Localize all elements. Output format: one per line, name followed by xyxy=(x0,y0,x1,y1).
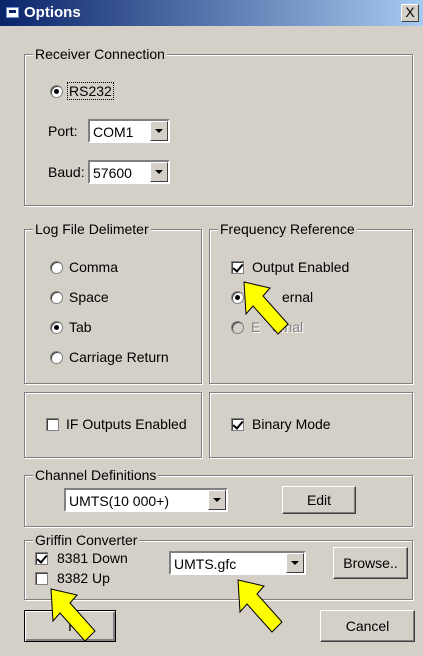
dropdown-arrow-icon[interactable] xyxy=(150,162,168,182)
tab-radio[interactable] xyxy=(50,321,63,334)
edit-button-label: Edit xyxy=(306,492,332,508)
channel-definitions-legend: Channel Definitions xyxy=(33,467,159,483)
channel-value: UMTS(10 000+) xyxy=(69,493,169,509)
griffin-file-select[interactable]: UMTS.gfc xyxy=(169,551,306,575)
tab-label[interactable]: Tab xyxy=(69,319,92,335)
receiver-connection-group: Receiver Connection xyxy=(24,46,413,206)
dropdown-arrow-icon[interactable] xyxy=(150,121,168,141)
rs232-radio[interactable] xyxy=(50,85,63,98)
edit-button[interactable]: Edit xyxy=(282,486,356,514)
cancel-button-label: Cancel xyxy=(345,618,390,634)
dropdown-arrow-icon[interactable] xyxy=(208,490,226,510)
rs232-label[interactable]: RS232 xyxy=(67,82,114,100)
receiver-connection-legend: Receiver Connection xyxy=(33,46,167,62)
comma-radio[interactable] xyxy=(50,261,63,274)
carriage-return-label[interactable]: Carriage Return xyxy=(69,349,169,365)
cancel-button[interactable]: Cancel xyxy=(320,610,415,642)
close-icon: X xyxy=(405,4,415,20)
port-label: Port: xyxy=(48,123,78,139)
title-bar[interactable]: Options X xyxy=(0,0,423,26)
browse-button-label: Browse.. xyxy=(343,555,398,571)
if-outputs-label[interactable]: IF Outputs Enabled xyxy=(66,416,187,432)
binary-mode-label[interactable]: Binary Mode xyxy=(252,416,331,432)
binary-mode-checkbox[interactable] xyxy=(231,418,244,431)
space-radio[interactable] xyxy=(50,291,63,304)
if-outputs-checkbox[interactable] xyxy=(46,418,59,431)
space-label[interactable]: Space xyxy=(69,289,109,305)
griffin-file-value: UMTS.gfc xyxy=(174,556,237,572)
annotation-arrow-icon xyxy=(243,281,289,335)
dropdown-arrow-icon[interactable] xyxy=(286,553,304,573)
window-icon xyxy=(6,7,19,18)
carriage-return-radio[interactable] xyxy=(50,351,63,364)
close-button[interactable]: X xyxy=(401,4,419,22)
down-8381-label[interactable]: 8381 Down xyxy=(57,550,128,566)
annotation-arrow-icon xyxy=(50,588,96,642)
up-8382-label[interactable]: 8382 Up xyxy=(57,570,110,586)
frequency-reference-legend: Frequency Reference xyxy=(218,221,357,237)
comma-label[interactable]: Comma xyxy=(69,259,118,275)
channel-select[interactable]: UMTS(10 000+) xyxy=(64,488,228,512)
baud-label: Baud: xyxy=(48,164,85,180)
baud-select[interactable]: 57600 xyxy=(88,160,170,184)
baud-value: 57600 xyxy=(93,165,132,181)
window-title: Options xyxy=(24,4,81,21)
port-select[interactable]: COM1 xyxy=(88,119,170,143)
output-enabled-label[interactable]: Output Enabled xyxy=(252,259,349,275)
log-delimiter-legend: Log File Delimeter xyxy=(33,221,151,237)
griffin-converter-legend: Griffin Converter xyxy=(33,532,140,548)
up-8382-checkbox[interactable] xyxy=(35,572,48,585)
down-8381-checkbox[interactable] xyxy=(35,552,48,565)
port-value: COM1 xyxy=(93,124,134,140)
annotation-arrow-icon xyxy=(237,579,283,633)
browse-button[interactable]: Browse.. xyxy=(333,547,408,579)
output-enabled-checkbox[interactable] xyxy=(231,261,244,274)
